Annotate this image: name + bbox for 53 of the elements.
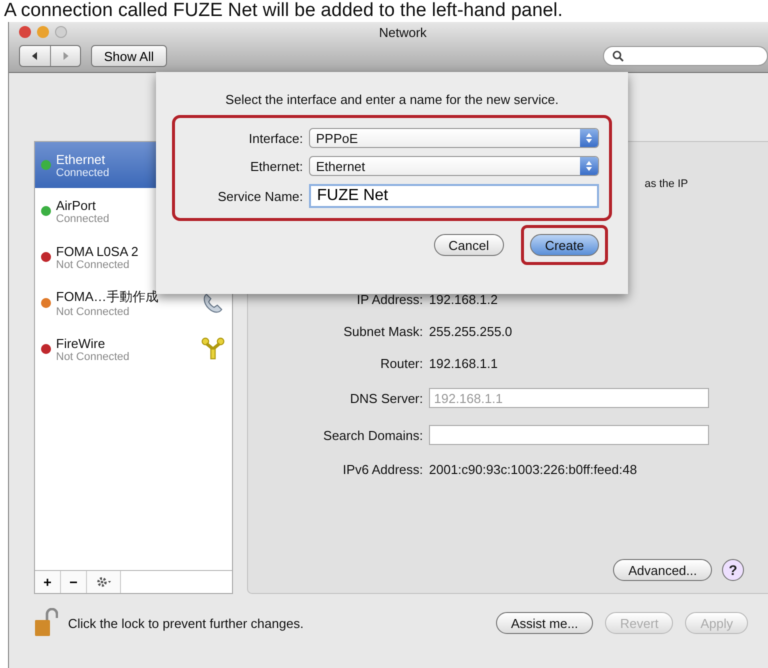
lock-icon[interactable] bbox=[34, 608, 58, 638]
cancel-button[interactable]: Cancel bbox=[434, 234, 504, 256]
service-status: Not Connected bbox=[56, 350, 130, 362]
stepper-icon bbox=[580, 157, 598, 175]
service-name: FOMA L0SA 2 bbox=[56, 244, 140, 258]
stepper-icon bbox=[580, 129, 598, 147]
field-label: IPv6 Address: bbox=[342, 462, 423, 477]
list-action-button[interactable]: + bbox=[35, 571, 61, 593]
list-action-button[interactable]: − bbox=[61, 571, 87, 593]
dropdown[interactable]: Ethernet bbox=[309, 156, 599, 176]
zoom-icon[interactable] bbox=[55, 26, 67, 38]
caption-text: A connection called FUZE Net will be added to the left-hand panel. bbox=[3, 0, 564, 22]
field-label: Interface: bbox=[248, 130, 303, 146]
field-label: Router: bbox=[379, 356, 423, 371]
partial-text: as the IP bbox=[644, 178, 688, 190]
service-status: Not Connected bbox=[56, 258, 130, 270]
footer-button[interactable]: Assist me... bbox=[496, 612, 594, 634]
field-label: Search Domains: bbox=[322, 428, 423, 442]
back-forward-control[interactable] bbox=[19, 45, 81, 67]
search-icon bbox=[612, 50, 624, 62]
field-value: 255.255.255.0 bbox=[429, 324, 514, 339]
gear-icon bbox=[96, 576, 112, 588]
service-status: Not Connected bbox=[56, 306, 130, 318]
field-label: Service Name: bbox=[216, 188, 303, 204]
gear-menu-button[interactable] bbox=[87, 571, 121, 593]
input-field[interactable] bbox=[429, 425, 709, 445]
field-value: 192.168.1.1 bbox=[429, 356, 499, 371]
service-name: AirPort bbox=[56, 198, 97, 212]
service-status: Connected bbox=[56, 212, 110, 224]
create-button[interactable]: Create bbox=[530, 234, 599, 256]
firewire-icon bbox=[200, 336, 226, 362]
lock-message: Click the lock to prevent further changes. bbox=[68, 616, 304, 630]
input-field[interactable]: FUZE Net bbox=[309, 184, 599, 208]
service-name: FireWire bbox=[56, 336, 106, 350]
close-icon[interactable] bbox=[19, 26, 31, 38]
window-title: Network bbox=[379, 25, 427, 40]
field-label: Subnet Mask: bbox=[342, 324, 423, 339]
input-field[interactable]: 192.168.1.1 bbox=[429, 388, 709, 408]
field-value: 192.168.1.2 bbox=[429, 292, 499, 307]
field-label: IP Address: bbox=[356, 292, 423, 307]
service-status: Connected bbox=[56, 166, 110, 178]
help-button[interactable]: ? bbox=[722, 559, 744, 581]
field-value: 2001:c90:93c:1003:226:b0ff:feed:48 bbox=[429, 462, 638, 477]
show-all-button[interactable]: Show All bbox=[91, 45, 167, 67]
advanced-button[interactable]: Advanced... bbox=[613, 559, 712, 581]
service-name: FOMA…手動作成 bbox=[56, 288, 160, 306]
service-item[interactable]: FireWire Not Connected bbox=[35, 326, 232, 372]
dropdown[interactable]: PPPoE bbox=[309, 128, 599, 148]
service-name: Ethernet bbox=[56, 152, 106, 166]
field-label: DNS Server: bbox=[349, 390, 423, 406]
sheet-prompt: Select the interface and enter a name for the new service. bbox=[225, 92, 559, 107]
search-field[interactable] bbox=[603, 46, 768, 66]
field-label: Ethernet: bbox=[249, 158, 303, 174]
